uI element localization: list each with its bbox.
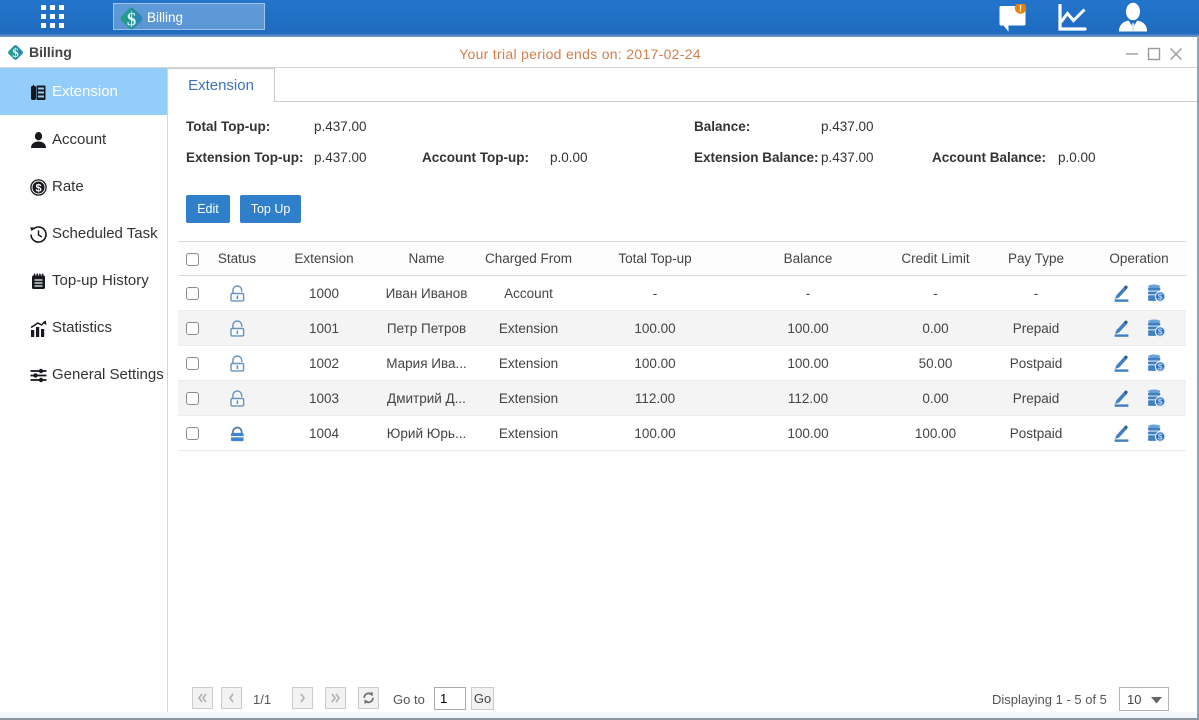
svg-text:!: ! bbox=[1019, 4, 1022, 14]
svg-text:$: $ bbox=[35, 182, 41, 194]
svg-text:$: $ bbox=[127, 9, 136, 30]
